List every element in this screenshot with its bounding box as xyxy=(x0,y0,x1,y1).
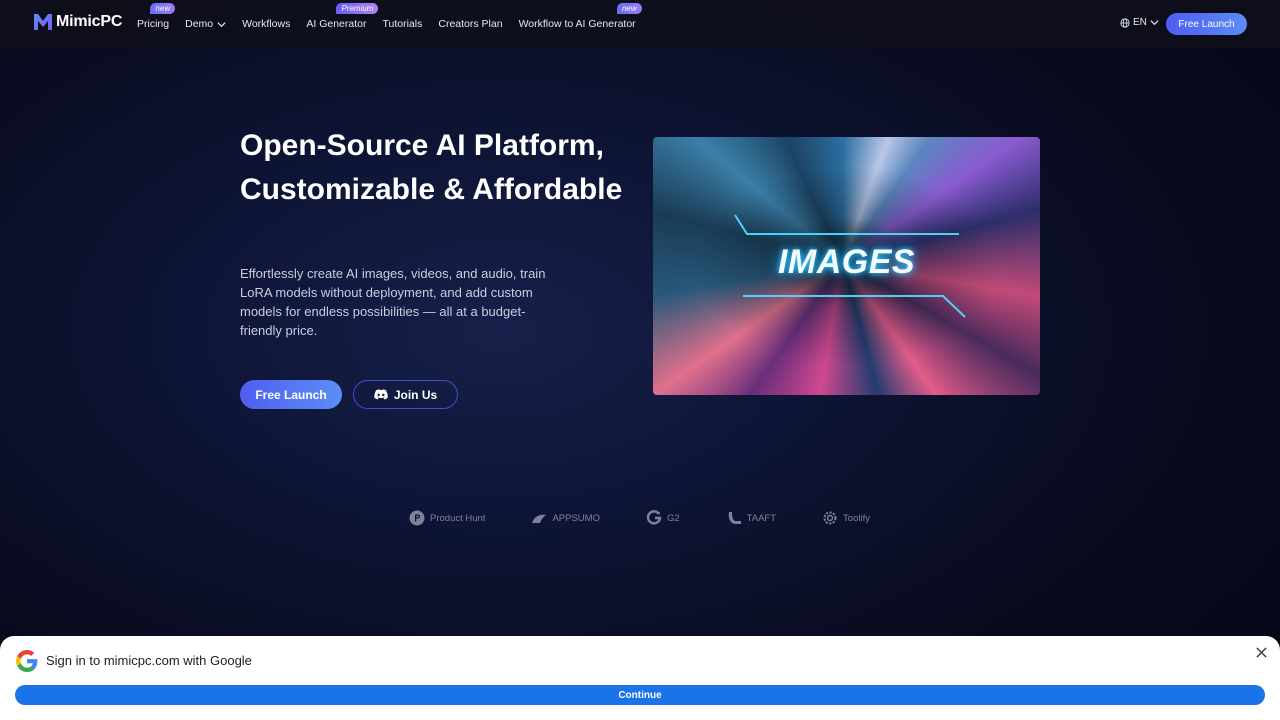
hero-showcase-image: IMAGES xyxy=(653,137,1040,395)
google-logo-icon xyxy=(16,650,38,672)
appsumo-icon xyxy=(532,514,547,523)
join-us-label: Join Us xyxy=(393,387,438,402)
chevron-down-icon xyxy=(1150,20,1159,26)
nav-menu: Pricing new Demo Workflows AI Generator … xyxy=(137,0,652,48)
premium-badge: Premium xyxy=(336,3,379,14)
chevron-down-icon xyxy=(217,21,226,27)
free-launch-button[interactable]: Free Launch xyxy=(240,380,342,409)
join-us-button[interactable]: Join Us xyxy=(353,380,458,409)
nav-item-pricing[interactable]: Pricing new xyxy=(137,3,176,30)
partner-taaft[interactable]: TAAFT xyxy=(726,510,776,526)
nav-item-workflow-to-ai-generator[interactable]: Workflow to AI Generator new xyxy=(518,3,642,30)
media-label: IMAGES xyxy=(777,243,916,281)
google-signin-title: Sign in to mimicpc.com with Google xyxy=(46,653,252,668)
nav-item-label: Tutorials xyxy=(382,18,423,30)
nav-item-label: Creators Plan xyxy=(438,18,503,30)
partner-g2[interactable]: G2 xyxy=(646,510,680,526)
partner-logos: Product Hunt APPSUMO G2 TAAFT Toolify xyxy=(409,510,916,526)
partner-name: Toolify xyxy=(843,512,870,524)
discord-icon xyxy=(374,389,388,400)
new-badge: new xyxy=(150,3,176,14)
nav-item-label: Workflow to AI Generator xyxy=(518,18,636,30)
language-selector[interactable]: EN xyxy=(1120,17,1159,28)
top-nav: MimicPC Pricing new Demo Workflows AI Ge… xyxy=(0,0,1280,48)
partner-name: APPSUMO xyxy=(552,512,600,524)
partner-product-hunt[interactable]: Product Hunt xyxy=(409,510,485,526)
nav-item-label: Pricing xyxy=(137,18,170,30)
nav-item-tutorials[interactable]: Tutorials xyxy=(382,18,422,30)
close-icon[interactable] xyxy=(1255,646,1268,659)
nav-item-label: Workflows xyxy=(242,18,291,30)
taaft-icon xyxy=(728,512,741,524)
nav-item-ai-generator[interactable]: AI Generator Premium xyxy=(306,3,379,30)
g2-icon xyxy=(646,510,662,525)
logo-text: MimicPC xyxy=(56,13,123,30)
mimicpc-logo-icon xyxy=(34,14,52,30)
nav-item-creators-plan[interactable]: Creators Plan xyxy=(438,18,502,30)
new-badge: new xyxy=(616,3,642,14)
google-continue-button[interactable]: Continue xyxy=(15,685,1265,705)
google-signin-prompt: Sign in to mimicpc.com with Google Conti… xyxy=(0,636,1280,720)
nav-item-label: Demo xyxy=(185,18,214,30)
nav-item-workflows[interactable]: Workflows xyxy=(242,18,290,30)
toolify-icon xyxy=(823,511,837,525)
partner-name: TAAFT xyxy=(746,512,777,524)
hero-description: Effortlessly create AI images, videos, a… xyxy=(240,266,546,338)
globe-icon xyxy=(1120,17,1130,28)
nav-item-demo[interactable]: Demo xyxy=(185,18,226,30)
language-label: EN xyxy=(1133,17,1147,28)
product-hunt-icon xyxy=(409,510,425,526)
partner-toolify[interactable]: Toolify xyxy=(822,510,870,526)
partner-name: Product Hunt xyxy=(430,512,486,524)
nav-item-label: AI Generator xyxy=(306,18,367,30)
nav-free-launch-button[interactable]: Free Launch xyxy=(1166,13,1247,35)
partner-name: G2 xyxy=(666,512,680,524)
partner-appsumo[interactable]: APPSUMO xyxy=(531,510,600,526)
logo-link[interactable]: MimicPC xyxy=(33,13,122,31)
hero-title: Open-Source AI Platform, Customizable & … xyxy=(240,129,623,206)
